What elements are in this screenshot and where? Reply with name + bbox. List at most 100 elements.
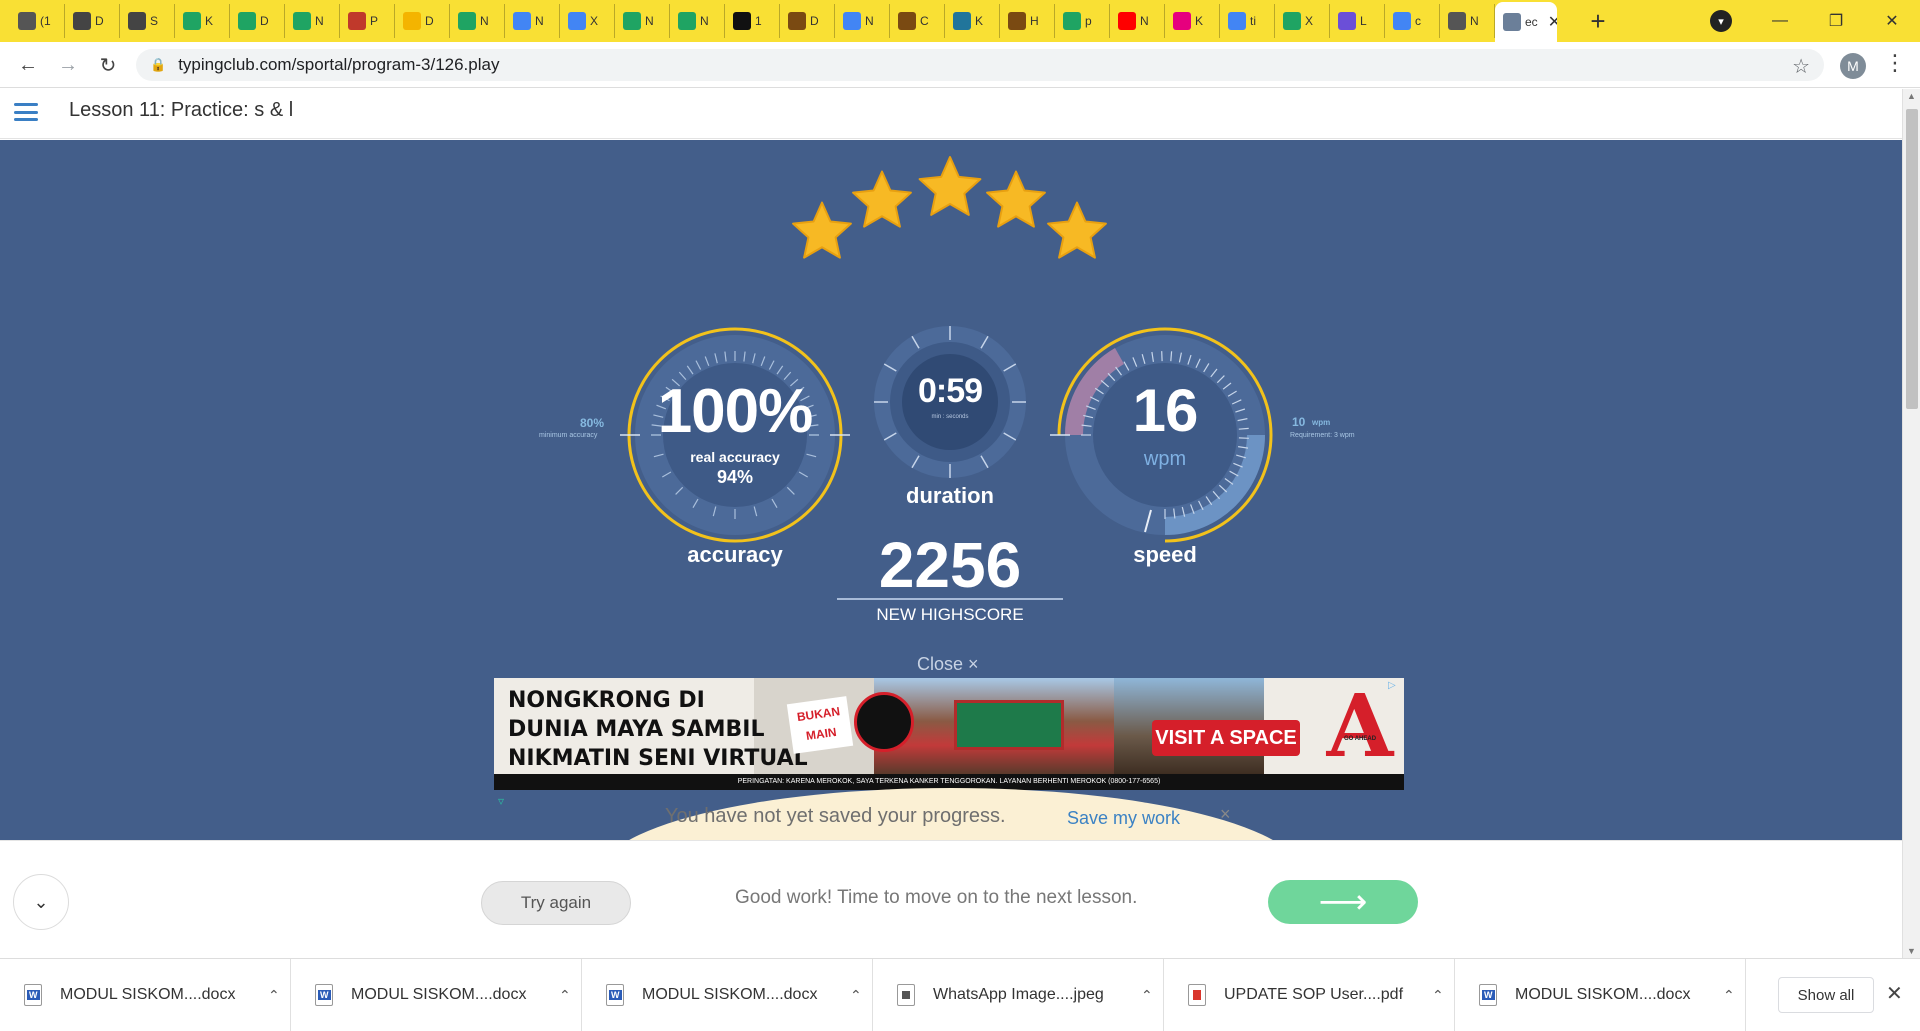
browser-toolbar: ← → ↻ 🔒 typingclub.com/sportal/program-3… <box>0 42 1920 88</box>
browser-tab[interactable]: D <box>65 4 120 38</box>
browser-tab[interactable]: N <box>1440 4 1495 38</box>
next-lesson-button[interactable]: ⟶ <box>1268 880 1418 924</box>
visit-a-space-button[interactable]: VISIT A SPACE <box>1152 720 1300 756</box>
browser-tab[interactable]: K <box>945 4 1000 38</box>
reload-icon[interactable]: ↻ <box>94 51 122 79</box>
tab-title: N <box>645 14 654 28</box>
chevron-up-icon[interactable]: ⌃ <box>1723 987 1735 1004</box>
chevron-up-icon[interactable]: ⌃ <box>1432 987 1444 1004</box>
show-all-downloads-button[interactable]: Show all <box>1778 977 1874 1013</box>
duration-label: duration <box>868 483 1032 509</box>
image-file-icon <box>897 984 915 1006</box>
ef-icon <box>1173 12 1191 30</box>
download-item[interactable]: MODUL SISKOM....docx⌃ <box>0 959 291 1031</box>
tab-search-icon[interactable]: ▾ <box>1710 10 1732 32</box>
close-window-icon[interactable]: ✕ <box>1864 0 1920 42</box>
advertisement-banner[interactable]: NONGKRONG DI DUNIA MAYA SAMBIL NIKMATIN … <box>494 678 1404 790</box>
chevron-up-icon[interactable]: ⌃ <box>1141 987 1153 1004</box>
duration-unit: min : seconds <box>868 414 1032 420</box>
real-accuracy-label: real accuracy <box>640 449 830 465</box>
address-bar[interactable]: 🔒 typingclub.com/sportal/program-3/126.p… <box>136 49 1824 81</box>
bookmark-star-icon[interactable]: ☆ <box>1792 54 1810 79</box>
minimize-icon[interactable]: — <box>1752 0 1808 42</box>
hamburger-menu-icon[interactable] <box>14 103 38 121</box>
close-shelf-icon[interactable]: ✕ <box>1886 981 1903 1006</box>
download-item[interactable]: MODUL SISKOM....docx⌃ <box>1455 959 1746 1031</box>
download-item[interactable]: MODUL SISKOM....docx⌃ <box>582 959 873 1031</box>
google-drive-icon <box>678 12 696 30</box>
minimum-accuracy-label: minimum accuracy <box>539 432 597 439</box>
browser-tab-strip: (1DSKDNPDNNXNN1DNCKHpNKtiXLcNec✕+ ▾ — ❐ … <box>0 0 1920 42</box>
word-file-icon <box>315 984 333 1006</box>
browser-tab[interactable]: p <box>1055 4 1110 38</box>
chevron-up-icon[interactable]: ⌃ <box>559 987 571 1004</box>
browser-tab[interactable]: P <box>340 4 395 38</box>
browser-tab[interactable]: H <box>1000 4 1055 38</box>
google-drive-icon <box>1063 12 1081 30</box>
tab-title: X <box>590 14 598 28</box>
menu-kebab-icon[interactable]: ⋮ <box>1884 50 1906 76</box>
word-file-icon <box>24 984 42 1006</box>
real-accuracy-value: 94% <box>640 467 830 488</box>
browser-tab[interactable]: C <box>890 4 945 38</box>
collapse-chevron-icon[interactable]: ⌄ <box>13 874 69 930</box>
browser-tab[interactable]: N <box>835 4 890 38</box>
browser-tab[interactable]: N <box>505 4 560 38</box>
highscore-divider <box>837 598 1063 600</box>
close-tab-icon[interactable]: ✕ <box>1548 12 1557 32</box>
close-icon: × <box>968 654 979 674</box>
ad-attribution-icon[interactable]: ▿ <box>498 794 504 808</box>
gift-icon <box>348 12 366 30</box>
browser-tab[interactable]: K <box>175 4 230 38</box>
forward-icon[interactable]: → <box>54 51 82 79</box>
browser-tab-active[interactable]: ec✕ <box>1495 2 1557 42</box>
download-item[interactable]: MODUL SISKOM....docx⌃ <box>291 959 582 1031</box>
back-icon[interactable]: ← <box>14 51 42 79</box>
scroll-up-icon[interactable]: ▲ <box>1907 91 1916 101</box>
audio-tab-icon <box>18 12 36 30</box>
browser-tab[interactable]: K <box>1165 4 1220 38</box>
chevron-up-icon[interactable]: ⌃ <box>850 987 862 1004</box>
scrollbar-thumb[interactable] <box>1906 109 1918 409</box>
profile-avatar[interactable]: M <box>1840 53 1866 79</box>
dismiss-save-banner-icon[interactable]: × <box>1220 804 1231 825</box>
tab-title: S <box>150 14 158 28</box>
browser-tab[interactable]: N <box>285 4 340 38</box>
speed-value: 16 <box>1065 376 1265 445</box>
page-scrollbar[interactable]: ▲ ▼ <box>1902 89 1920 958</box>
browser-tab[interactable]: D <box>395 4 450 38</box>
browser-tab[interactable]: D <box>230 4 285 38</box>
ad-sticker: BUKAN MAIN <box>787 696 853 754</box>
adchoices-icon[interactable]: ▷ <box>1388 680 1396 691</box>
save-my-work-link[interactable]: Save my work <box>1067 808 1180 829</box>
browser-tab[interactable]: ti <box>1220 4 1275 38</box>
download-item[interactable]: WhatsApp Image....jpeg⌃ <box>873 959 1164 1031</box>
new-tab-icon[interactable]: + <box>1583 6 1613 37</box>
scroll-down-icon[interactable]: ▼ <box>1907 946 1916 956</box>
browser-tab[interactable]: X <box>560 4 615 38</box>
download-item[interactable]: UPDATE SOP User....pdf ⌃ <box>1164 959 1455 1031</box>
close-ad-button[interactable]: Close × <box>917 654 979 675</box>
minimum-accuracy-value: 80% <box>580 416 604 430</box>
tab-title: D <box>425 14 434 28</box>
try-again-button[interactable]: Try again <box>481 881 631 925</box>
browser-tab[interactable]: X <box>1275 4 1330 38</box>
browser-tab[interactable]: L <box>1330 4 1385 38</box>
download-filename: UPDATE SOP User....pdf <box>1224 986 1414 1004</box>
chevron-up-icon[interactable]: ⌃ <box>268 987 280 1004</box>
tab-title: c <box>1415 14 1421 28</box>
browser-tab[interactable]: N <box>670 4 725 38</box>
browser-tab[interactable]: (1 <box>10 4 65 38</box>
browser-tab[interactable]: D <box>780 4 835 38</box>
tab-title: X <box>1305 14 1313 28</box>
url-text: typingclub.com/sportal/program-3/126.pla… <box>178 55 499 75</box>
browser-tab[interactable]: N <box>450 4 505 38</box>
browser-tab[interactable]: S <box>120 4 175 38</box>
browser-tab[interactable]: 1 <box>725 4 780 38</box>
restore-icon[interactable]: ❐ <box>1808 0 1864 42</box>
browser-tab[interactable]: c <box>1385 4 1440 38</box>
browser-tab[interactable]: N <box>1110 4 1165 38</box>
typingclub-icon <box>1503 13 1521 31</box>
rating-star-icon <box>987 172 1045 227</box>
browser-tab[interactable]: N <box>615 4 670 38</box>
